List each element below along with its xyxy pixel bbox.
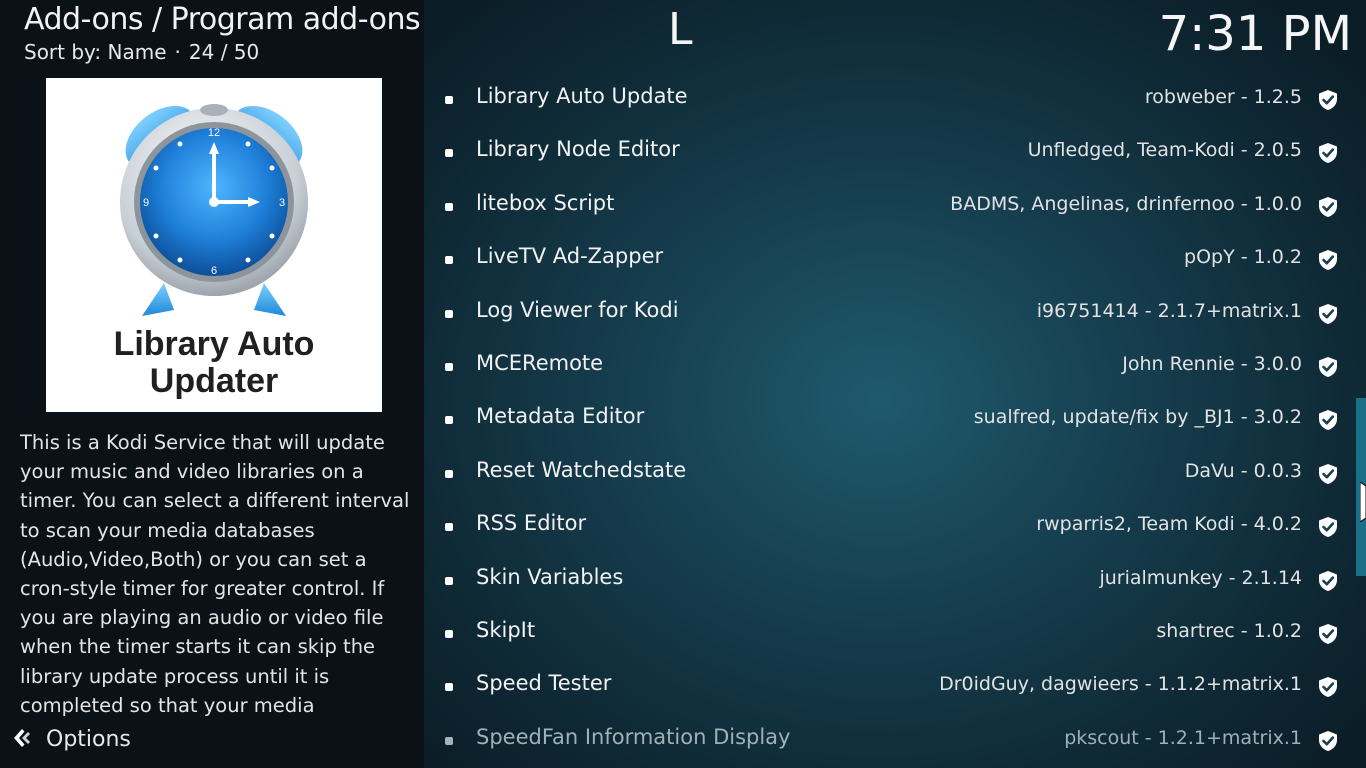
sort-info: Sort by: Name · 24 / 50 <box>24 40 259 64</box>
bullet-icon <box>445 629 453 638</box>
bullet-icon <box>445 683 453 692</box>
addon-row[interactable]: SpeedFan Information Display pkscout - 1.… <box>440 713 1346 766</box>
addon-author-version: jurialmunkey - 2.1.14 <box>1099 566 1302 589</box>
addon-name: Skin Variables <box>476 564 624 589</box>
breadcrumb: Add-ons / Program add-ons <box>24 2 421 37</box>
addon-list: Library Auto Update robweber - 1.2.5 Libra… <box>440 72 1346 766</box>
addon-author-version: pkscout - 1.2.1+matrix.1 <box>1064 726 1302 749</box>
sort-label: Sort by: Name <box>24 40 167 64</box>
svg-text:3: 3 <box>279 197 285 209</box>
verified-shield-icon <box>1318 409 1338 435</box>
verified-shield-icon <box>1318 356 1338 382</box>
sort-separator: · <box>174 40 181 64</box>
options-button[interactable]: Options <box>12 726 131 752</box>
addon-author-version: BADMS, Angelinas, drinfernoo - 1.0.0 <box>950 192 1302 215</box>
clock: 7:31 PM <box>1158 6 1352 62</box>
bullet-icon <box>445 149 453 158</box>
addon-row[interactable]: MCERemote John Rennie - 3.0.0 <box>440 339 1346 392</box>
info-panel: Add-ons / Program add-ons Sort by: Name ·… <box>0 0 424 768</box>
verified-shield-icon <box>1318 516 1338 542</box>
logo-text-line1: Library Auto <box>113 325 315 363</box>
addon-author-version: i96751414 - 2.1.7+matrix.1 <box>1036 299 1302 322</box>
verified-shield-icon <box>1318 570 1338 596</box>
addon-author-version: robweber - 1.2.5 <box>1144 86 1302 108</box>
addon-name: SkipIt <box>476 617 536 642</box>
addon-row[interactable]: Reset Watchedstate DaVu - 0.0.3 <box>440 446 1346 499</box>
addon-row[interactable]: Metadata Editor sualfred, update/fix by _… <box>440 392 1346 445</box>
addon-name: litebox Script <box>476 190 615 215</box>
svg-text:6: 6 <box>211 265 217 277</box>
bullet-icon <box>445 736 453 745</box>
bullet-icon <box>445 469 453 478</box>
verified-shield-icon <box>1318 463 1338 489</box>
svg-text:12: 12 <box>208 127 220 139</box>
addon-row[interactable]: Speed Tester Dr0idGuy, dagwieers - 1.1.2+… <box>440 659 1346 712</box>
bullet-icon <box>445 523 453 532</box>
addon-author-version: DaVu - 0.0.3 <box>1184 459 1302 482</box>
verified-shield-icon <box>1318 89 1338 115</box>
addon-row[interactable]: RSS Editor rwparris2, Team Kodi - 4.0.2 <box>440 499 1346 552</box>
addon-name: Log Viewer for Kodi <box>476 297 679 322</box>
addon-author-version: rwparris2, Team Kodi - 4.0.2 <box>1036 513 1302 536</box>
addon-name: Library Auto Update <box>476 84 688 108</box>
addon-thumbnail: 12 3 6 9 Library Auto Updater <box>46 78 382 412</box>
addon-row[interactable]: Log Viewer for Kodi i96751414 - 2.1.7+mat… <box>440 286 1346 339</box>
addon-author-version: pOpY - 1.0.2 <box>1184 246 1302 269</box>
verified-shield-icon <box>1318 249 1338 275</box>
verified-shield-icon <box>1318 142 1338 168</box>
logo-text-line2: Updater <box>149 362 279 400</box>
bullet-icon <box>445 256 453 265</box>
options-icon <box>14 729 30 747</box>
verified-shield-icon <box>1318 196 1338 222</box>
addon-author-version: Dr0idGuy, dagwieers - 1.1.2+matrix.1 <box>939 673 1302 696</box>
jump-letter: L <box>668 4 693 55</box>
kodi-addon-browser: Add-ons / Program add-ons Sort by: Name ·… <box>0 0 1366 768</box>
bullet-icon <box>445 576 453 585</box>
alarm-clock-icon: 12 3 6 9 <box>120 104 308 316</box>
bullet-icon <box>445 202 453 211</box>
addon-description: This is a Kodi Service that will update … <box>20 431 410 717</box>
addon-name: Metadata Editor <box>476 404 645 429</box>
verified-shield-icon <box>1318 623 1338 649</box>
addon-logo-text: Library Auto Updater <box>46 326 382 400</box>
addon-name: RSS Editor <box>476 511 587 536</box>
bullet-icon <box>445 362 453 371</box>
verified-shield-icon <box>1318 676 1338 702</box>
addon-author-version: sualfred, update/fix by _BJ1 - 3.0.2 <box>973 406 1302 429</box>
addon-name: Speed Tester <box>476 671 612 696</box>
addon-name: LiveTV Ad-Zapper <box>476 244 664 269</box>
options-label: Options <box>46 727 131 752</box>
bullet-icon <box>445 309 453 318</box>
addon-author-version: John Rennie - 3.0.0 <box>1122 352 1302 375</box>
item-position: 24 / 50 <box>188 40 260 64</box>
addon-name: MCERemote <box>476 350 604 375</box>
addon-row[interactable]: Library Node Editor Unfledged, Team-Kodi … <box>440 125 1346 178</box>
addon-row[interactable]: Skin Variables jurialmunkey - 2.1.14 <box>440 553 1346 606</box>
addon-row[interactable]: SkipIt shartrec - 1.0.2 <box>440 606 1346 659</box>
svg-text:9: 9 <box>143 197 149 209</box>
bullet-icon <box>445 416 453 425</box>
addon-row[interactable]: Library Auto Update robweber - 1.2.5 <box>440 72 1346 125</box>
addon-author-version: shartrec - 1.0.2 <box>1156 619 1302 642</box>
verified-shield-icon <box>1318 730 1338 756</box>
addon-row[interactable]: litebox Script BADMS, Angelinas, drinfern… <box>440 179 1346 232</box>
addon-row[interactable]: LiveTV Ad-Zapper pOpY - 1.0.2 <box>440 232 1346 285</box>
mouse-cursor-icon <box>1360 482 1366 522</box>
verified-shield-icon <box>1318 303 1338 329</box>
bullet-icon <box>445 96 453 104</box>
addon-name: Library Node Editor <box>476 137 680 162</box>
addon-name: Reset Watchedstate <box>476 457 687 482</box>
addon-name: SpeedFan Information Display <box>476 724 791 749</box>
addon-author-version: Unfledged, Team-Kodi - 2.0.5 <box>1027 139 1302 162</box>
